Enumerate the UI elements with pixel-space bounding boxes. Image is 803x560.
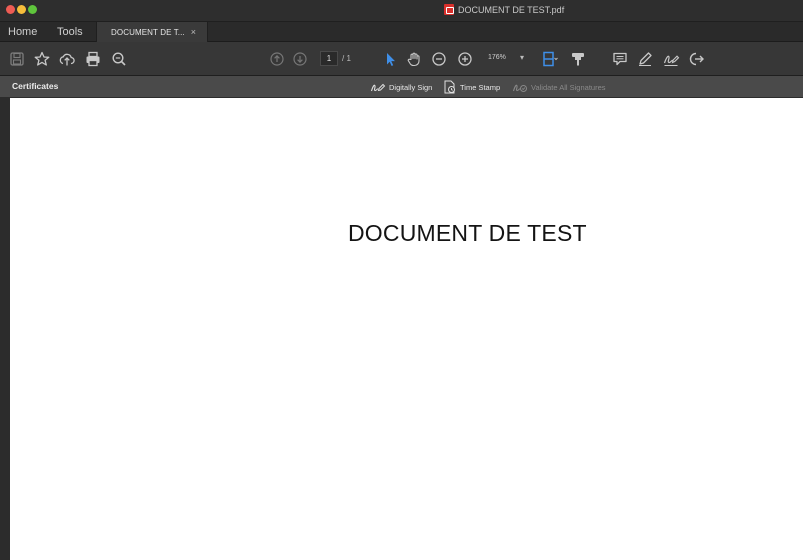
page-fit-icon[interactable] — [541, 50, 559, 68]
previous-page-icon[interactable] — [268, 50, 286, 68]
comment-icon[interactable] — [611, 50, 629, 68]
document-heading: DOCUMENT DE TEST — [348, 220, 587, 246]
window-title: DOCUMENT DE TEST.pdf — [444, 4, 564, 15]
search-zoom-icon[interactable] — [110, 50, 128, 68]
upload-cloud-icon[interactable] — [58, 50, 76, 68]
save-icon[interactable] — [8, 50, 26, 68]
zoom-out-icon[interactable] — [430, 50, 448, 68]
highlight-marker-icon[interactable] — [569, 50, 587, 68]
validate-all-signatures-label: Validate All Signatures — [531, 82, 606, 92]
tab-document[interactable]: DOCUMENT DE T... × — [96, 22, 208, 42]
digitally-sign-label: Digitally Sign — [389, 82, 433, 92]
document-page[interactable]: DOCUMENT DE TEST — [10, 98, 803, 560]
tab-tools[interactable]: Tools — [57, 26, 83, 38]
minimize-window-button[interactable] — [17, 5, 26, 14]
digital-sign-icon — [370, 83, 386, 92]
pen-icon[interactable] — [636, 50, 654, 68]
left-panel-collapsed[interactable] — [0, 98, 10, 560]
validate-signature-icon — [512, 84, 527, 92]
sign-icon[interactable] — [662, 50, 680, 68]
time-stamp-button[interactable]: Time Stamp — [443, 79, 500, 95]
page-number-input[interactable]: 1 — [320, 51, 338, 66]
tab-bar: Home Tools DOCUMENT DE T... × — [0, 22, 803, 42]
tab-document-label: DOCUMENT DE T... — [111, 27, 185, 37]
validate-all-signatures-button[interactable]: Validate All Signatures — [512, 79, 606, 95]
main-toolbar: 1 / 1 176% ▾ — [0, 42, 803, 76]
certificates-toolbar: Certificates Digitally Sign Time Stamp V… — [0, 76, 803, 98]
share-icon[interactable] — [688, 50, 706, 68]
zoom-dropdown-caret[interactable]: ▾ — [520, 53, 524, 62]
window-titlebar: DOCUMENT DE TEST.pdf — [0, 0, 803, 22]
window-title-text: DOCUMENT DE TEST.pdf — [458, 4, 565, 15]
zoom-window-button[interactable] — [28, 5, 37, 14]
zoom-level[interactable]: 176% — [488, 54, 506, 61]
next-page-icon[interactable] — [291, 50, 309, 68]
certificates-title: Certificates — [12, 81, 59, 91]
bookmark-star-icon[interactable] — [33, 50, 51, 68]
tab-close-button[interactable]: × — [191, 27, 196, 37]
page-total: / 1 — [342, 54, 351, 63]
digitally-sign-button[interactable]: Digitally Sign — [370, 79, 432, 95]
time-stamp-label: Time Stamp — [460, 82, 501, 92]
tab-home[interactable]: Home — [8, 26, 37, 38]
pdf-file-icon — [444, 4, 454, 15]
select-cursor-icon[interactable] — [381, 50, 399, 68]
print-icon[interactable] — [84, 50, 102, 68]
zoom-in-icon[interactable] — [456, 50, 474, 68]
time-stamp-icon — [444, 80, 455, 94]
hand-pan-icon[interactable] — [405, 50, 423, 68]
close-window-button[interactable] — [6, 5, 15, 14]
